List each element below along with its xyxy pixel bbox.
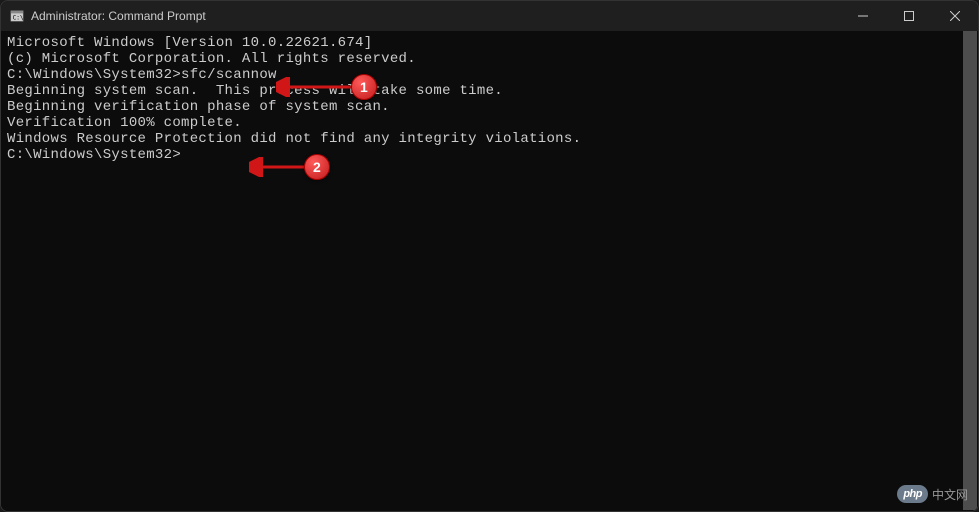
window-controls [840,1,978,31]
output-line: Verification 100% complete. [7,115,972,131]
minimize-button[interactable] [840,1,886,31]
svg-text:C:\: C:\ [13,15,24,22]
titlebar-left: C:\ Administrator: Command Prompt [9,8,206,24]
prompt-path: C:\Windows\System32> [7,67,181,83]
prompt-line: C:\Windows\System32> [7,147,972,163]
watermark-text: 中文网 [932,486,968,503]
terminal-body[interactable]: Microsoft Windows [Version 10.0.22621.67… [1,31,978,511]
prompt-path: C:\Windows\System32> [7,147,181,163]
scrollbar-thumb[interactable] [963,31,977,510]
maximize-button[interactable] [886,1,932,31]
watermark-logo: php [897,485,928,503]
command-text: sfc/scannow [181,67,277,83]
watermark: php 中文网 [897,485,968,503]
close-button[interactable] [932,1,978,31]
output-line: Microsoft Windows [Version 10.0.22621.67… [7,35,972,51]
window-title: Administrator: Command Prompt [31,9,206,23]
titlebar[interactable]: C:\ Administrator: Command Prompt [1,1,978,31]
cmd-icon: C:\ [9,8,25,24]
prompt-line: C:\Windows\System32>sfc/scannow [7,67,972,83]
output-line: (c) Microsoft Corporation. All rights re… [7,51,972,67]
output-line: Beginning system scan. This process will… [7,83,972,99]
output-line: Windows Resource Protection did not find… [7,131,972,147]
output-line: Beginning verification phase of system s… [7,99,972,115]
command-prompt-window: C:\ Administrator: Command Prompt Micros… [0,0,979,512]
